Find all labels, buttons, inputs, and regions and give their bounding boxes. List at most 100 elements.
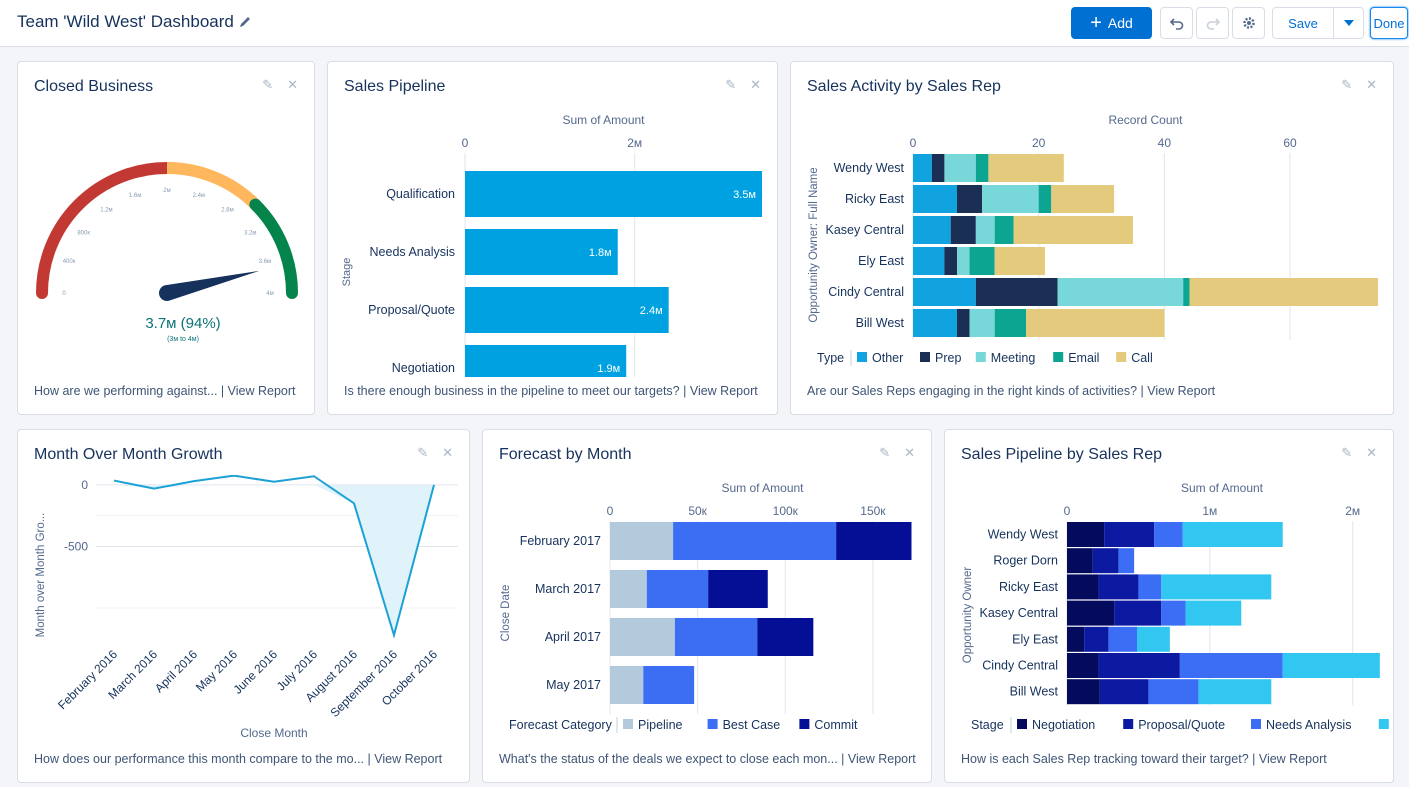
edit-icon[interactable]: ✎ <box>1341 446 1352 459</box>
legend-swatch <box>975 352 986 362</box>
settings-button[interactable] <box>1232 7 1265 39</box>
data-label: 3.5м <box>733 189 756 201</box>
y-tick-label: February 2017 <box>520 534 601 548</box>
close-icon[interactable]: ✕ <box>1366 78 1377 91</box>
x-tick-label: 40 <box>1158 136 1172 150</box>
forecast-stacked-bar-chart: Sum of Amount 0 50к 100к 150к Close Date Febru… <box>500 481 912 733</box>
bar-segment <box>975 154 989 182</box>
y-tick-label: Bill West <box>1010 685 1059 699</box>
dashboard-header: Team 'Wild West' Dashboard + Add Save Don… <box>0 0 1409 47</box>
save-button[interactable]: Save <box>1272 7 1334 39</box>
legend-swatch <box>1053 352 1064 362</box>
close-icon[interactable]: ✕ <box>1366 446 1377 459</box>
bar-segment <box>913 278 976 306</box>
edit-icon[interactable]: ✎ <box>725 78 736 91</box>
edit-icon[interactable]: ✎ <box>879 446 890 459</box>
bar-segment <box>1138 574 1162 600</box>
card-title: Month Over Month Growth <box>34 446 223 463</box>
x-tick-label: 2м <box>1345 504 1360 518</box>
bar-segment <box>1282 653 1380 678</box>
bar-segment <box>610 570 647 608</box>
gauge-band <box>166 162 260 209</box>
bar-segment <box>1114 600 1162 626</box>
redo-button[interactable] <box>1196 7 1229 39</box>
bar-segment <box>913 185 957 213</box>
y-tick-label: Cindy Central <box>828 285 904 299</box>
bar-segment <box>610 666 644 704</box>
legend-swatch <box>1123 719 1134 729</box>
bar-segment <box>944 154 976 182</box>
edit-icon[interactable]: ✎ <box>262 78 273 91</box>
gauge-range-label: (3м to 4м) <box>167 336 199 343</box>
bar-segment <box>994 216 1014 244</box>
close-icon[interactable]: ✕ <box>287 78 298 91</box>
gauge-tick-label: 800к <box>77 230 90 236</box>
view-report-link[interactable]: View Report <box>374 752 442 766</box>
view-report-link[interactable]: View Report <box>1147 384 1215 398</box>
undo-button[interactable] <box>1160 7 1193 39</box>
x-tick-label: 0 <box>1064 504 1071 518</box>
gauge-tick-label: 2.4м <box>193 193 205 199</box>
y-tick-label: Ricky East <box>845 192 905 206</box>
bar-segment <box>975 216 995 244</box>
mom-growth-card: Month Over Month Growth ✎ ✕ 0 -500 Month ov… <box>17 429 470 783</box>
bar-segment <box>1137 626 1170 652</box>
pencil-icon[interactable] <box>238 15 252 29</box>
view-report-link[interactable]: View Report <box>1259 752 1327 766</box>
bar-segment <box>1038 185 1052 213</box>
y-tick-label: Ely East <box>1012 632 1058 646</box>
y-tick-label: Ricky East <box>999 580 1059 594</box>
gauge-band <box>36 162 173 299</box>
save-menu-button[interactable] <box>1333 7 1364 39</box>
bar-segment <box>1084 626 1109 652</box>
close-icon[interactable]: ✕ <box>750 78 761 91</box>
pipeline-by-rep-card: Sales Pipeline by Sales Rep ✎ ✕ Sum of Am… <box>944 429 1394 783</box>
bar-segment <box>1179 653 1283 678</box>
bar-segment <box>1154 522 1183 547</box>
view-report-link[interactable]: View Report <box>690 384 758 398</box>
bar-segment <box>708 570 768 608</box>
y-tick-label: May 2017 <box>546 678 601 692</box>
x-tick-label: 50к <box>688 504 707 518</box>
y-axis-title: Stage <box>341 258 353 287</box>
bar-segment <box>956 185 983 213</box>
done-button[interactable]: Done <box>1370 7 1408 39</box>
bar-segment <box>1026 309 1165 337</box>
legend-label: Other <box>872 351 903 365</box>
close-icon[interactable]: ✕ <box>442 446 453 459</box>
bar-segment <box>1099 679 1149 705</box>
bar-segment <box>1185 600 1242 626</box>
y-tick-label: Cindy Central <box>982 659 1058 673</box>
gauge-tick-label: 2м <box>163 188 170 194</box>
close-icon[interactable]: ✕ <box>904 446 915 459</box>
x-axis-title: Record Count <box>1108 113 1183 127</box>
y-tick-label: Bill West <box>856 316 905 330</box>
y-tick-label: Qualification <box>386 187 455 201</box>
bar-segment <box>1067 574 1099 600</box>
bar <box>465 171 762 217</box>
bar-segment <box>950 216 976 244</box>
bar-segment <box>1067 600 1115 626</box>
bar-segment <box>969 247 995 275</box>
card-footer: Is there enough business in the pipeline… <box>344 384 758 398</box>
card-title: Sales Pipeline by Sales Rep <box>961 446 1163 463</box>
view-report-link[interactable]: View Report <box>848 752 916 766</box>
view-report-link[interactable]: View Report <box>228 384 296 398</box>
sales-activity-card: Sales Activity by Sales Rep ✎ ✕ Record Co… <box>790 61 1394 415</box>
edit-icon[interactable]: ✎ <box>1341 78 1352 91</box>
card-footer: Are our Sales Reps engaging in the right… <box>807 384 1216 398</box>
x-tick-label: 1м <box>1202 504 1217 518</box>
y-axis-title: Opportunity Owner: Full Name <box>808 167 820 322</box>
add-button[interactable]: + Add <box>1071 7 1152 39</box>
bar-segment <box>1198 679 1272 705</box>
x-tick-label: 0 <box>607 504 614 518</box>
forecast-card: Forecast by Month ✎ ✕ Sum of Amount 0 50к 10… <box>482 429 932 783</box>
page-title: Team 'Wild West' Dashboard <box>17 12 234 31</box>
bar-segment <box>994 309 1027 337</box>
bar-segment <box>1098 574 1139 600</box>
y-tick-label: Wendy West <box>988 528 1059 542</box>
gauge-band <box>249 198 298 299</box>
edit-icon[interactable]: ✎ <box>417 446 428 459</box>
area-fill <box>114 484 434 636</box>
legend-swatch <box>1378 719 1389 729</box>
